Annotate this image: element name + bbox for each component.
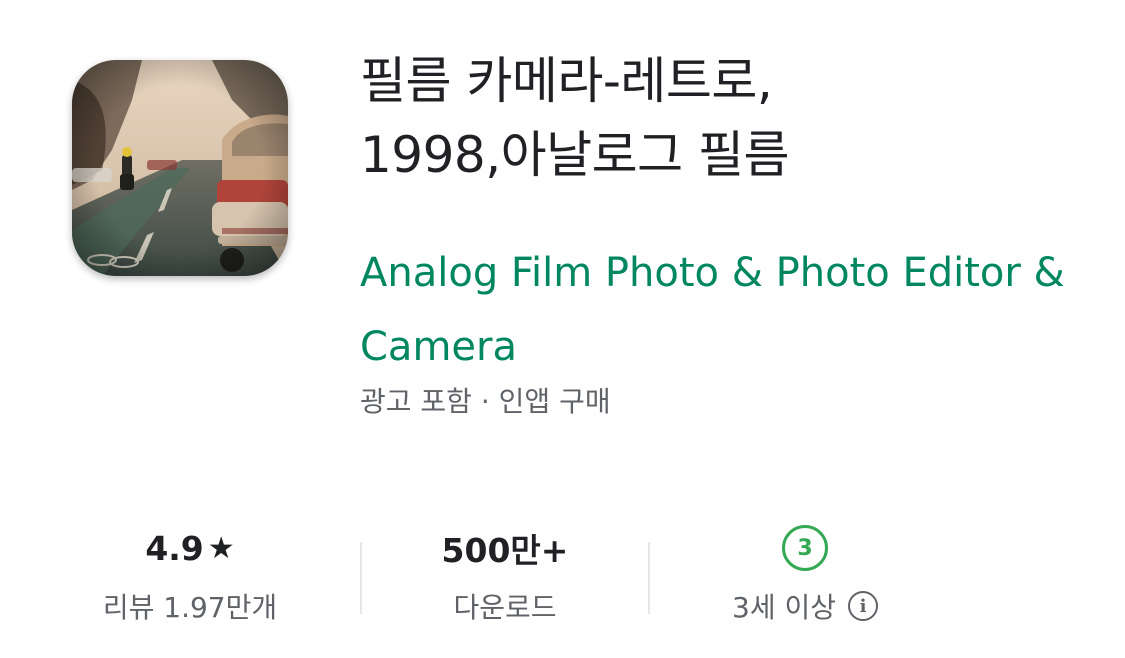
developer-link[interactable]: Analog Film Photo & Photo Editor & Camer… xyxy=(360,236,1120,384)
review-count: 리뷰 1.97만개 xyxy=(102,591,278,624)
age-rating-badge: 3 xyxy=(782,525,828,571)
star-icon: ★ xyxy=(207,530,235,566)
age-rating-label: 3세 이상 xyxy=(732,591,836,624)
rating-value: 4.9 xyxy=(145,528,204,568)
downloads-label: 다운로드 xyxy=(453,591,557,624)
downloads-value: 500만+ xyxy=(441,531,569,570)
app-icon xyxy=(72,60,288,276)
rating-value-row: 4.9 ★ xyxy=(145,520,234,576)
info-icon[interactable]: i xyxy=(848,591,878,621)
content-rating-value: 3 xyxy=(782,520,828,576)
app-meta-info: 광고 포함 · 인앱 구매 xyxy=(360,385,611,418)
app-title-line2: 1998,아날로그 필름 xyxy=(360,126,790,184)
downloads-stat: 500만+ 다운로드 xyxy=(400,520,610,630)
divider xyxy=(360,542,362,614)
divider xyxy=(648,542,650,614)
stats-row: 4.9 ★ 리뷰 1.97만개 500만+ 다운로드 3 3세 이상 i xyxy=(0,520,1125,630)
app-detail-page: 필름 카메라-레트로, 1998,아날로그 필름 Analog Film Pho… xyxy=(0,0,1125,658)
app-title-line1: 필름 카메라-레트로, xyxy=(360,52,773,110)
app-title: 필름 카메라-레트로, 1998,아날로그 필름 xyxy=(360,44,1100,192)
rating-stat[interactable]: 4.9 ★ 리뷰 1.97만개 xyxy=(90,520,290,630)
content-rating-stat[interactable]: 3 3세 이상 i xyxy=(700,520,910,630)
content-rating-row: 3세 이상 i xyxy=(732,586,878,626)
